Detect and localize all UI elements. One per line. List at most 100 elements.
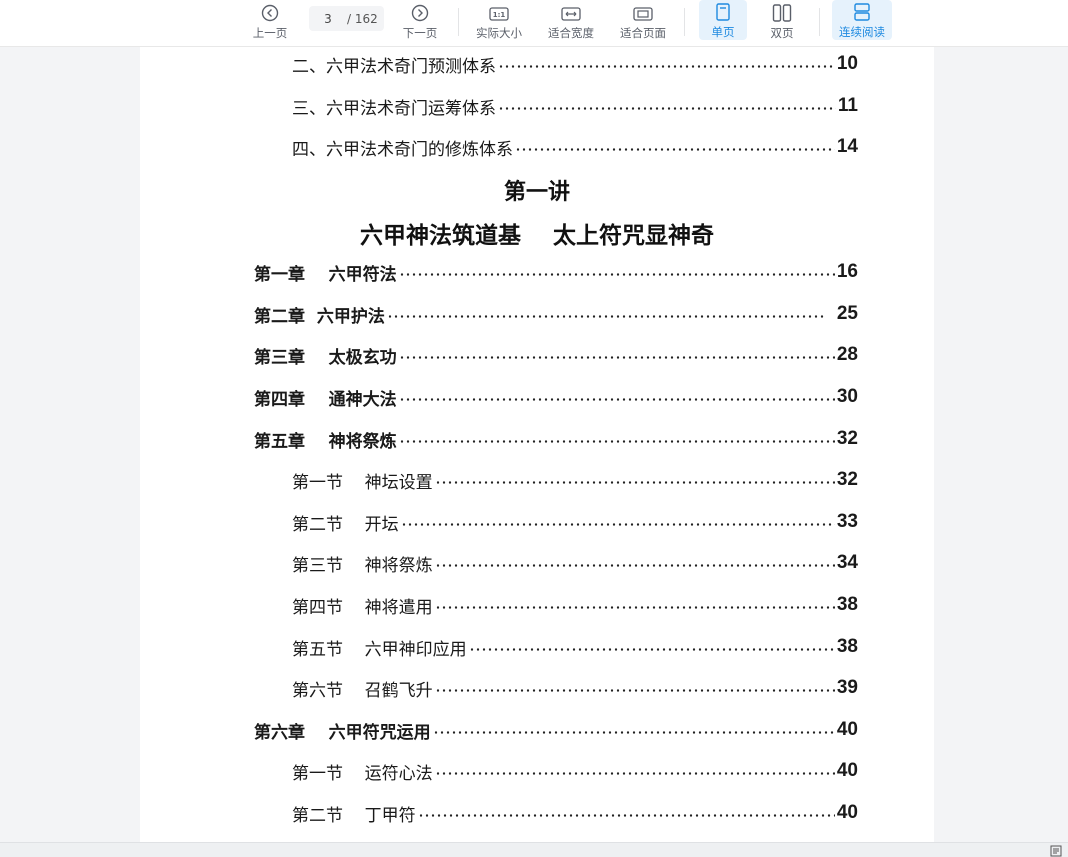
- toc-leader-dots: [434, 605, 835, 609]
- toc-entry-title: 第四节 神将遣用: [292, 597, 433, 618]
- toc-entry[interactable]: 三、六甲法术奇门运筹体系 11: [292, 94, 858, 119]
- toc-entry-title: 第六章 六甲符咒运用: [254, 722, 431, 743]
- toc-entry-page: 40: [836, 719, 858, 740]
- lecture-heading: 第一讲: [503, 179, 570, 205]
- toc-entry-page: 40: [836, 760, 858, 781]
- reader-toolbar: 上一页 3 / 162 下一页 1:1 实际大小 适合宽度 适合页面 单页 双页…: [0, 0, 1068, 47]
- toc-entry-title: 第一节 神坛设置: [292, 472, 433, 493]
- toc-entry-page: 39: [836, 677, 858, 698]
- next-page-button[interactable]: 下一页: [396, 0, 444, 42]
- toc-leader-dots: [498, 64, 835, 68]
- toc-entry-page: 32: [836, 469, 858, 490]
- toc-leader-dots: [434, 563, 835, 567]
- fit-width-label: 适合宽度: [548, 26, 594, 40]
- actual-size-label: 实际大小: [476, 26, 522, 40]
- toc-entry-page: 34: [836, 552, 858, 573]
- double-page-label: 双页: [770, 26, 794, 40]
- toc-entry-title: 四、六甲法术奇门的修炼体系: [292, 139, 513, 160]
- toc-entry-title: 第一章 六甲符法: [254, 264, 397, 285]
- lecture-title: 六甲神法筑道基 太上符咒显神奇: [359, 222, 715, 249]
- toc-entry[interactable]: 二、六甲法术奇门预测体系 10: [292, 52, 858, 77]
- toc-leader-dots: [468, 647, 835, 651]
- toolbar-divider: [458, 8, 459, 36]
- toc-entry-title: 三、六甲法术奇门运筹体系: [292, 98, 496, 119]
- prev-page-button[interactable]: 上一页: [246, 0, 294, 42]
- total-pages: / 162: [347, 11, 378, 26]
- toc-entry[interactable]: 第六节 召鹤飞升 39: [292, 676, 858, 701]
- toc-entry[interactable]: 第一章 六甲符法 16: [254, 260, 858, 285]
- fit-page-label: 适合页面: [620, 26, 666, 40]
- toc-entry-title: 第三节 神将祭炼: [292, 555, 433, 576]
- fit-width-icon: [561, 7, 581, 21]
- toolbar-divider: [684, 8, 685, 36]
- toc-leader-dots: [400, 522, 835, 526]
- toc-leader-dots: [434, 480, 835, 484]
- toc-leader-dots: [398, 272, 835, 276]
- toc-entry[interactable]: 第二节 丁甲符 40: [292, 801, 858, 826]
- toc-leader-dots: [398, 397, 835, 401]
- toc-entry-title: 第六节 召鹤飞升: [292, 680, 433, 701]
- chevron-right-circle-icon: [411, 4, 429, 22]
- toc-entry[interactable]: 第四章 通神大法 30: [254, 385, 858, 410]
- continuous-reading-label: 连续阅读: [839, 25, 885, 39]
- toc-entry[interactable]: 第六章 六甲符咒运用 40: [254, 718, 858, 743]
- toc-leader-dots: [398, 355, 835, 359]
- toc-entry[interactable]: 第一节 神坛设置 32: [292, 468, 858, 493]
- toc-entry-page: 14: [836, 136, 858, 157]
- toc-entry-title: 第二章 六甲护法: [254, 306, 385, 327]
- actual-size-icon: 1:1: [489, 7, 509, 21]
- toc-entry[interactable]: 第五节 六甲神印应用 38: [292, 635, 858, 660]
- toc-leader-dots: [434, 688, 835, 692]
- fit-width-button[interactable]: 适合宽度: [544, 0, 598, 42]
- toolbar-divider: [819, 8, 820, 36]
- continuous-reading-icon: [854, 3, 870, 21]
- toc-entry[interactable]: 四、六甲法术奇门的修炼体系 14: [292, 135, 858, 160]
- page-number-box[interactable]: 3 / 162: [309, 6, 384, 31]
- status-bar: [0, 842, 1068, 857]
- toc-leader-dots: [398, 439, 835, 443]
- toc-entry[interactable]: 第三章 太极玄功 28: [254, 343, 858, 368]
- single-page-icon: [716, 3, 730, 21]
- double-page-button[interactable]: 双页: [758, 0, 806, 42]
- toc-leader-dots: [515, 147, 835, 151]
- toc-entry-page: 16: [836, 261, 858, 282]
- toc-entry-page: 30: [836, 386, 858, 407]
- toc-entry-page: 32: [836, 428, 858, 449]
- toc-entry-title: 第二节 开坛: [292, 514, 399, 535]
- chevron-left-circle-icon: [261, 4, 279, 22]
- toc-entry[interactable]: 第二节 开坛 33: [292, 510, 858, 535]
- toc-entry-title: 第五章 神将祭炼: [254, 431, 397, 452]
- toc-leader-dots: [417, 813, 835, 817]
- toc-entry-title: 第五节 六甲神印应用: [292, 639, 467, 660]
- toc-entry-page: 33: [836, 511, 858, 532]
- toc-entry-title: 第二节 丁甲符: [292, 805, 416, 826]
- toc-entry[interactable]: 第四节 神将遣用 38: [292, 593, 858, 618]
- double-page-icon: [772, 4, 792, 22]
- toc-entry-page: 40: [836, 802, 858, 823]
- toc-leader-dots: [498, 106, 836, 110]
- fit-page-button[interactable]: 适合页面: [616, 0, 670, 42]
- toc-entry[interactable]: 第五章 神将祭炼 32: [254, 427, 858, 452]
- toc-entry[interactable]: 第一节 运符心法 40: [292, 759, 858, 784]
- toc-entry[interactable]: 第三节 神将祭炼 34: [292, 551, 858, 576]
- document-page: 二、六甲法术奇门预测体系 10 三、六甲法术奇门运筹体系 11 四、六甲法术奇门…: [140, 46, 934, 842]
- toc-leader-dots: [434, 771, 835, 775]
- svg-text:1:1: 1:1: [493, 11, 506, 19]
- toc-leader-dots: [386, 314, 825, 318]
- toc-entry-title: 第一节 运符心法: [292, 763, 433, 784]
- toc-entry-page: 28: [836, 344, 858, 365]
- toc-entry-page: 11: [837, 95, 858, 116]
- toc-leader-dots: [432, 730, 835, 734]
- actual-size-button[interactable]: 1:1 实际大小: [472, 0, 526, 42]
- single-page-label: 单页: [711, 25, 735, 39]
- next-page-label: 下一页: [402, 26, 438, 40]
- toc-entry-page: 25: [836, 303, 858, 324]
- document-outline-icon[interactable]: [1050, 845, 1062, 857]
- current-page-input[interactable]: 3: [309, 12, 347, 26]
- toc-entry-page: 10: [836, 53, 858, 74]
- continuous-reading-button[interactable]: 连续阅读: [832, 0, 892, 40]
- single-page-button[interactable]: 单页: [699, 0, 747, 40]
- toc-entry-page: 38: [836, 594, 858, 615]
- toc-entry[interactable]: 第二章 六甲护法 25: [254, 302, 858, 327]
- toc-entry-title: 第三章 太极玄功: [254, 347, 397, 368]
